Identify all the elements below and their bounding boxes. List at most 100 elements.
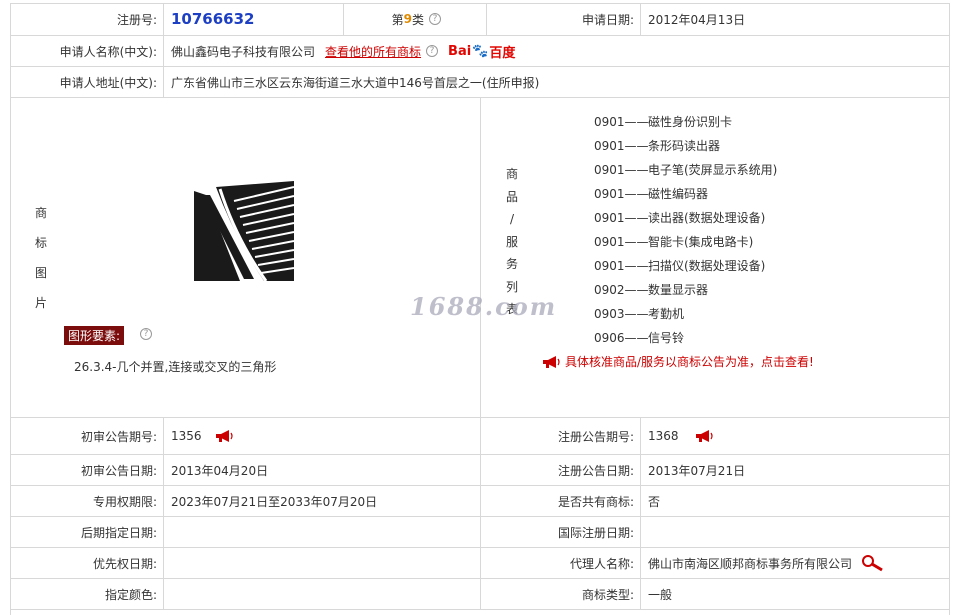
goods-name: 信号铃: [648, 331, 685, 345]
agent-value: 佛山市南海区顺邦商标事务所有限公司: [648, 556, 853, 571]
row-exclusive: 专用权期限: 2023年07月21日至2033年07月20日 是否共有商标: 否: [10, 486, 950, 517]
class-prefix: 第: [391, 12, 404, 27]
list-item: 0901——磁性身份识别卡: [594, 111, 777, 135]
goods-list: 0901——磁性身份识别卡 0901——条形码读出器 0901——电子笔(荧屏显…: [594, 111, 777, 351]
megaphone-icon[interactable]: [214, 429, 234, 443]
goods-code: 0901——: [594, 115, 649, 129]
help-icon[interactable]: ?: [426, 45, 439, 57]
list-item: 0906——信号铃: [594, 327, 777, 351]
class-suffix: 类: [411, 12, 424, 27]
baidu-logo-text-cn: 百度: [489, 45, 516, 61]
applicant-cell: 佛山鑫码电子科技有限公司 查看他的所有商标 ? Bai 🐾 百度: [164, 36, 950, 66]
priority-value: [164, 548, 481, 578]
reg-no-value: 10766632: [171, 10, 255, 28]
address-value: 广东省佛山市三水区云东海街道三水大道中146号首层之一(住所申报): [171, 75, 540, 90]
goods-code: 0901——: [594, 187, 649, 201]
later-date-label: 后期指定日期:: [10, 517, 164, 547]
goods-code: 0906——: [594, 331, 649, 345]
exclusive-value: 2023年07月21日至2033年07月20日: [164, 486, 481, 516]
list-item: 0901——磁性编码器: [594, 183, 777, 207]
shared-value: 否: [648, 494, 661, 509]
address-label: 申请人地址(中文):: [10, 67, 164, 97]
apply-date-label: 申请日期:: [487, 3, 641, 35]
list-item: 0901——智能卡(集成电路卡): [594, 231, 777, 255]
reg-pub-no-value: 1368: [648, 429, 679, 443]
goods-code: 0901——: [594, 163, 649, 177]
list-item: 0901——扫描仪(数据处理设备): [594, 255, 777, 279]
list-item: 0901——条形码读出器: [594, 135, 777, 159]
goods-notice-link[interactable]: 具体核准商品/服务以商标公告为准，点击查看!: [541, 353, 814, 370]
help-icon[interactable]: ?: [140, 328, 152, 340]
goods-name: 条形码读出器: [648, 139, 721, 153]
row-later-date: 后期指定日期: 国际注册日期:: [10, 517, 950, 548]
prelim-no-value: 1356: [171, 429, 202, 443]
goods-code: 0901——: [594, 211, 649, 225]
label-char: 片: [35, 296, 48, 310]
applicant-label: 申请人名称(中文):: [10, 36, 164, 66]
baidu-paw-icon: 🐾: [472, 43, 489, 59]
row-priority: 优先权日期: 代理人名称: 佛山市南海区顺邦商标事务所有限公司: [10, 548, 950, 579]
image-section-label: 商 标 图 片: [35, 198, 47, 318]
label-char: 务: [506, 257, 519, 271]
baidu-logo-text: Bai: [448, 43, 472, 59]
later-date-value: [164, 517, 481, 547]
apply-date-value: 2012年04月13日: [648, 12, 746, 27]
goods-code: 0901——: [594, 259, 649, 273]
priority-label: 优先权日期:: [10, 548, 164, 578]
search-icon[interactable]: [860, 554, 884, 572]
goods-name: 读出器(数据处理设备): [648, 211, 766, 225]
graphic-elements-desc: 26.3.4-几个并置,连接或交叉的三角形: [74, 360, 277, 374]
prelim-no-cell: 1356: [164, 418, 481, 454]
class-cell: 第9类 ?: [344, 3, 487, 35]
reg-pub-no-cell: 1368: [641, 418, 950, 454]
prelim-no-label: 初审公告期号:: [10, 418, 164, 454]
reg-no-label: 注册号:: [10, 3, 164, 35]
color-label: 指定颜色:: [10, 579, 164, 609]
list-item: 0902——数量显示器: [594, 279, 777, 303]
megaphone-icon: [543, 355, 560, 368]
help-icon[interactable]: ?: [429, 13, 441, 25]
agent-cell: 佛山市南海区顺邦商标事务所有限公司: [641, 548, 950, 578]
megaphone-icon[interactable]: [694, 429, 714, 443]
type-value: 一般: [648, 587, 673, 602]
row-registration: 注册号: 10766632 第9类 ? 申请日期: 2012年04月13日: [10, 3, 950, 36]
goods-name: 磁性身份识别卡: [648, 115, 733, 129]
label-char: 商: [35, 206, 48, 220]
row-applicant: 申请人名称(中文): 佛山鑫码电子科技有限公司 查看他的所有商标 ? Bai 🐾 百…: [10, 36, 950, 67]
row-pub-date: 初审公告日期: 2013年04月20日 注册公告日期: 2013年07月21日: [10, 455, 950, 486]
view-all-marks-link[interactable]: 查看他的所有商标: [325, 43, 421, 60]
label-char: 图: [35, 266, 48, 280]
label-char: 服: [506, 234, 519, 249]
trademark-logo-image[interactable]: [194, 181, 294, 283]
graphic-elements-tag: 图形要素:: [64, 326, 125, 345]
intl-date-label: 国际注册日期:: [481, 517, 641, 547]
label-char: /: [509, 212, 515, 226]
goods-code: 0903——: [594, 307, 649, 321]
goods-code: 0901——: [594, 139, 649, 153]
list-item: 0903——考勤机: [594, 303, 777, 327]
shared-label: 是否共有商标:: [481, 486, 641, 516]
exclusive-label: 专用权期限:: [10, 486, 164, 516]
row-pub-no: 初审公告期号: 1356 注册公告期号: 1368: [10, 418, 950, 455]
list-item: 0901——电子笔(荧屏显示系统用): [594, 159, 777, 183]
goods-code: 0902——: [594, 283, 649, 297]
goods-name: 扫描仪(数据处理设备): [648, 259, 766, 273]
goods-name: 数量显示器: [648, 283, 709, 297]
applicant-value: 佛山鑫码电子科技有限公司: [171, 44, 316, 59]
goods-notice-text: 具体核准商品/服务以商标公告为准，点击查看!: [565, 355, 814, 369]
watermark-text: 1688.com: [410, 292, 558, 321]
baidu-search-link[interactable]: Bai 🐾 百度: [448, 42, 515, 61]
prelim-date-value: 2013年04月20日: [164, 455, 481, 485]
row-address: 申请人地址(中文): 广东省佛山市三水区云东海街道三水大道中146号首层之一(住…: [10, 67, 950, 98]
class-number[interactable]: 9: [404, 12, 412, 26]
label-char: 标: [35, 236, 48, 250]
color-value: [164, 579, 481, 609]
agent-label: 代理人名称:: [481, 548, 641, 578]
goods-name: 电子笔(荧屏显示系统用): [648, 163, 778, 177]
row-color-type: 指定颜色: 商标类型: 一般: [10, 579, 950, 610]
goods-name: 考勤机: [648, 307, 685, 321]
goods-name: 智能卡(集成电路卡): [648, 235, 754, 249]
reg-no-cell: 10766632: [164, 3, 344, 35]
reg-pub-date-value: 2013年07月21日: [648, 463, 746, 478]
label-char: 商: [506, 167, 519, 181]
